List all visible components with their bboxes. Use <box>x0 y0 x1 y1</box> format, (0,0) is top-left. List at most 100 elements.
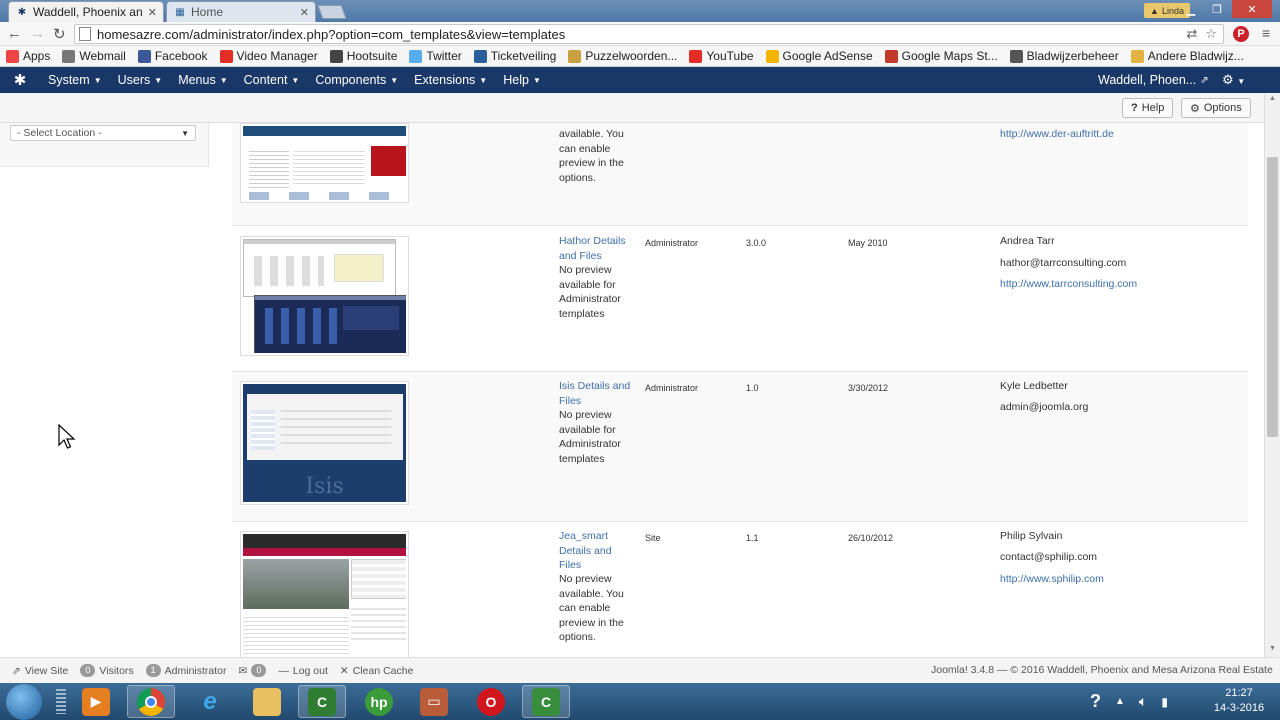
reload-icon[interactable]: ↻ <box>53 25 66 43</box>
bookmark-bladwijzerbeheer[interactable]: Bladwijzerbeheer <box>1009 49 1119 63</box>
taskbar-internet-explorer[interactable]: e <box>186 685 234 718</box>
bookmark-ticketveiling[interactable]: Ticketveiling <box>473 49 557 63</box>
taskbar-app-window[interactable]: ▭ <box>410 685 458 718</box>
caret-down-icon: ▼ <box>479 75 488 85</box>
forward-arrow-icon[interactable]: → <box>30 25 45 42</box>
logout-link[interactable]: — Log out <box>278 665 328 677</box>
template-thumbnail[interactable] <box>240 531 409 657</box>
taskbar-hp[interactable]: hp <box>355 685 403 718</box>
pinterest-icon[interactable]: P <box>1233 26 1249 42</box>
bookmark-label: Ticketveiling <box>490 49 557 63</box>
new-tab-button[interactable] <box>317 5 347 19</box>
author-url-link[interactable]: http://www.sphilip.com <box>1000 572 1104 587</box>
author-name: Andrea Tarr <box>1000 235 1055 247</box>
template-name-link[interactable]: Hathor Details and Files <box>559 234 635 263</box>
bookmark-label: Video Manager <box>236 49 318 63</box>
location-select[interactable]: - Select Location - ▼ <box>10 125 196 141</box>
bookmark-label: Twitter <box>426 49 462 63</box>
table-row: available. You can enable preview in the… <box>232 123 1248 226</box>
table-row: Jea_smart Details and Files No preview a… <box>232 522 1248 657</box>
bookmark-star-icon[interactable]: ☆ <box>1205 26 1217 42</box>
messages-counter[interactable]: ✉ 0 <box>239 664 267 677</box>
nav-menu-label: System <box>48 73 90 87</box>
options-button[interactable]: ⚙ Options <box>1181 98 1251 118</box>
external-link-icon: ⇗ <box>12 664 21 677</box>
bookmark-apps[interactable]: Apps <box>6 49 50 63</box>
maps-icon <box>884 49 898 63</box>
help-label: Help <box>1141 102 1165 114</box>
bookmark-youtube[interactable]: YouTube <box>689 49 754 63</box>
author-url-link[interactable]: http://www.der-auftritt.de <box>1000 127 1114 142</box>
url-text: homesazre.com/administrator/index.php?op… <box>97 26 566 42</box>
nav-menu-content[interactable]: Content ▼ <box>236 73 308 87</box>
back-arrow-icon[interactable]: ← <box>7 25 22 42</box>
nav-menu-menus[interactable]: Menus ▼ <box>170 73 235 87</box>
nav-menu-help[interactable]: Help ▼ <box>495 73 549 87</box>
taskbar-media-player[interactable]: ▶ <box>72 685 120 718</box>
caret-down-icon: ▼ <box>154 75 163 85</box>
volume-icon[interactable]: 🔈︎ <box>1139 693 1147 710</box>
site-link[interactable]: Waddell, Phoen... ⇗ <box>1098 73 1209 87</box>
template-name-link[interactable]: Isis Details and Files <box>559 379 639 408</box>
close-tab-icon[interactable]: ✕ <box>300 6 309 19</box>
taskbar-opera[interactable]: O <box>467 685 515 718</box>
bookmark-andere-bladwijz[interactable]: Andere Bladwijz... <box>1130 49 1244 63</box>
bookmark-facebook[interactable]: Facebook <box>137 49 208 63</box>
taskbar-file-explorer[interactable] <box>243 685 291 718</box>
bookmark-webmail[interactable]: Webmail <box>62 49 126 63</box>
window-close-icon[interactable]: ✕ <box>1232 0 1272 18</box>
tab-title: Home <box>191 5 224 19</box>
template-thumbnail[interactable] <box>240 236 409 356</box>
administrator-counter[interactable]: 1 Administrator <box>145 664 227 677</box>
site-link-label: Waddell, Phoen... <box>1098 73 1197 87</box>
translate-icon[interactable]: ⇄ <box>1186 26 1197 42</box>
bookmark-twitter[interactable]: Twitter <box>409 49 462 63</box>
bookmark-puzzelwoorden[interactable]: Puzzelwoorden... <box>568 49 677 63</box>
chrome-menu-icon[interactable]: ≡ <box>1262 25 1270 41</box>
network-icon[interactable]: ▮ <box>1161 695 1168 709</box>
taskbar-camtasia-2[interactable]: C <box>522 685 570 718</box>
taskbar-clock[interactable]: 21:27 14-3-2016 <box>1204 686 1274 716</box>
adsense-icon <box>765 49 779 63</box>
messages-badge: 0 <box>251 664 267 677</box>
help-button[interactable]: ? Help <box>1122 98 1174 118</box>
taskbar-camtasia-1[interactable]: C <box>298 685 346 718</box>
minus-icon: — <box>278 664 289 677</box>
bookmark-hootsuite[interactable]: Hootsuite <box>329 49 397 63</box>
url-input[interactable]: homesazre.com/administrator/index.php?op… <box>74 24 1224 44</box>
template-name-link[interactable]: Jea_smart Details and Files <box>559 529 635 573</box>
scrollbar-thumb[interactable] <box>1267 157 1278 437</box>
bookmark-video-manager[interactable]: Video Manager <box>219 49 318 63</box>
joomla-logo-icon[interactable]: ✱ <box>0 71 40 89</box>
apps-grid-icon <box>6 49 19 63</box>
page-scrollbar[interactable]: ▲ ▼ <box>1264 93 1280 657</box>
scroll-up-icon[interactable]: ▲ <box>1269 95 1276 102</box>
view-site-link[interactable]: ⇗ View Site <box>12 665 68 677</box>
twitter-icon <box>409 49 423 63</box>
author-url-link[interactable]: http://www.tarrconsulting.com <box>1000 277 1137 292</box>
scroll-down-icon[interactable]: ▼ <box>1269 645 1276 652</box>
visitors-counter[interactable]: 0 Visitors <box>80 664 134 677</box>
nav-menu-components[interactable]: Components ▼ <box>307 73 406 87</box>
template-thumbnail[interactable]: Isis <box>240 381 409 505</box>
bookmark-google-adsense[interactable]: Google AdSense <box>765 49 873 63</box>
nav-menu-users[interactable]: Users ▼ <box>110 73 171 87</box>
close-tab-icon[interactable]: ✕ <box>148 6 157 19</box>
caret-down-icon: ▼ <box>390 75 399 85</box>
tab-waddell-phoenix[interactable]: ✱ Waddell, Phoenix an ✕ <box>8 1 164 22</box>
clean-cache-link[interactable]: ✕ Clean Cache <box>340 665 414 677</box>
windows-start-icon[interactable] <box>6 684 42 720</box>
tab-home[interactable]: ▦ Home ✕ <box>166 1 316 22</box>
help-tray-icon[interactable]: ? <box>1090 691 1101 712</box>
taskbar-chrome[interactable] <box>127 685 175 718</box>
minimize-icon[interactable]: ▁ <box>1178 0 1204 18</box>
user-menu-gear-icon[interactable]: ⚙ ▼ <box>1222 72 1245 88</box>
bookmark-google-maps-st[interactable]: Google Maps St... <box>884 49 998 63</box>
maximize-icon[interactable]: ❐ <box>1204 0 1230 18</box>
gear-icon: ⚙ <box>1190 102 1200 115</box>
chevron-up-icon[interactable]: ▲ <box>1115 696 1125 707</box>
joomla-favicon-icon: ✱ <box>17 6 27 18</box>
nav-menu-system[interactable]: System ▼ <box>40 73 110 87</box>
nav-menu-extensions[interactable]: Extensions ▼ <box>406 73 495 87</box>
template-thumbnail[interactable] <box>240 123 409 203</box>
